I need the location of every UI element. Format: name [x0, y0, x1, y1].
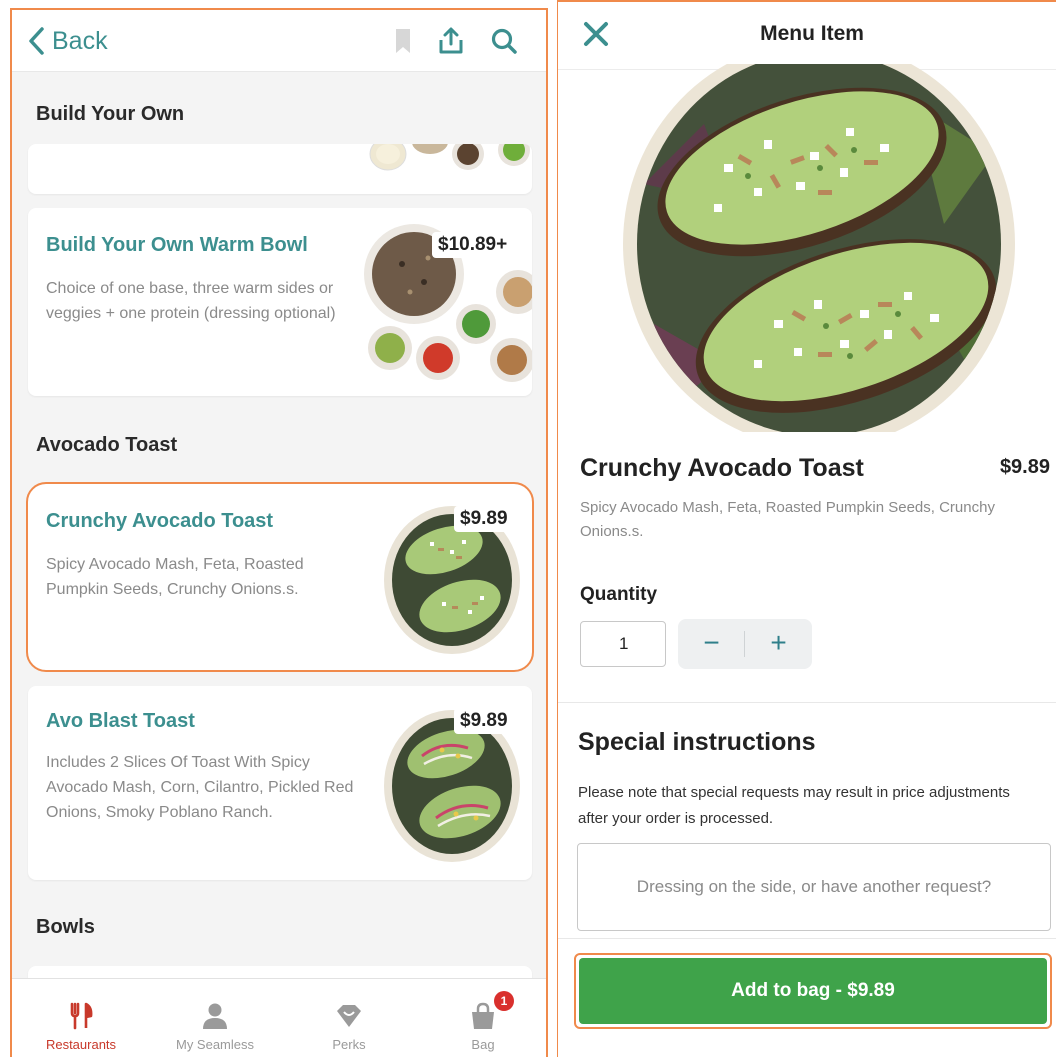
item-name: Crunchy Avocado Toast [580, 454, 864, 482]
bag-count-badge: 1 [494, 991, 514, 1011]
menu-item-card-partial[interactable] [28, 144, 532, 194]
page-title: Menu Item [760, 22, 864, 45]
menu-item-name: Build Your Own Warm Bowl [46, 234, 308, 256]
add-to-bag-button[interactable]: Add to bag - $9.89 [574, 953, 1052, 1029]
increment-button[interactable]: + [745, 619, 812, 669]
tab-restaurants[interactable]: Restaurants [18, 979, 144, 1057]
divider [558, 702, 1056, 703]
tab-label: My Seamless [175, 1037, 255, 1052]
top-bar: Menu Item [558, 2, 1056, 70]
back-button[interactable]: Back [26, 24, 108, 58]
fork-knife-icon [70, 1002, 93, 1030]
divider [558, 938, 1056, 939]
menu-item-description: Choice of one base, three warm sides or … [46, 280, 336, 322]
decrement-button[interactable]: − [678, 619, 745, 669]
tab-label: Bag [471, 1037, 495, 1052]
tab-label: Restaurants [45, 1037, 117, 1052]
tab-label: Perks [332, 1037, 366, 1052]
menu-item-card[interactable]: Avo Blast Toast Includes 2 Slices Of Toa… [28, 686, 532, 880]
bottom-tab-bar: Restaurants My Seamless Perks 1 Bag [12, 978, 546, 1057]
share-icon[interactable] [436, 26, 466, 56]
special-instructions-note: Please note that special requests may re… [578, 784, 1010, 827]
menu-item-detail-screen: Menu Item Crunchy Avocado Toast $9.89 Sp… [557, 0, 1056, 1057]
add-to-bag-label: Add to bag - $9.89 [579, 958, 1047, 1024]
menu-item-card[interactable]: Build Your Own Warm Bowl Choice of one b… [28, 208, 532, 396]
bag-icon [472, 1002, 494, 1029]
search-icon[interactable] [489, 26, 519, 56]
menu-item-price: $10.89+ [432, 232, 514, 258]
special-instructions-title: Special instructions [578, 728, 816, 756]
quantity-label: Quantity [580, 584, 658, 605]
quantity-stepper: − + [678, 619, 812, 669]
tab-perks[interactable]: Perks [286, 979, 412, 1057]
diamond-icon [337, 1005, 361, 1027]
item-hero-image [623, 64, 1015, 432]
menu-item-name: Avo Blast Toast [46, 710, 195, 732]
menu-item-price: $9.89 [454, 506, 514, 532]
bookmark-icon[interactable] [388, 26, 418, 56]
menu-item-description: Includes 2 Slices Of Toast With Spicy Av… [46, 754, 354, 821]
menu-item-price: $9.89 [454, 708, 514, 734]
tab-bag[interactable]: 1 Bag [420, 979, 546, 1057]
person-icon [203, 1003, 227, 1029]
section-title: Build Your Own [36, 103, 185, 125]
menu-item-description: Spicy Avocado Mash, Feta, Roasted Pumpki… [46, 556, 304, 598]
back-label: Back [52, 26, 108, 55]
restaurant-menu-screen: Back Build Your Own Build Your Own Warm … [10, 8, 548, 1057]
tab-my-seamless[interactable]: My Seamless [152, 979, 278, 1057]
item-description: Spicy Avocado Mash, Feta, Roasted Pumpki… [580, 499, 995, 540]
item-price: $9.89 [999, 456, 1050, 478]
ingredients-image [369, 144, 530, 171]
top-bar: Back [12, 10, 546, 72]
section-title: Bowls [36, 916, 95, 938]
special-instructions-input[interactable]: Dressing on the side, or have another re… [577, 843, 1051, 931]
section-title: Avocado Toast [36, 434, 178, 456]
menu-item-name: Crunchy Avocado Toast [46, 510, 274, 532]
quantity-input[interactable]: 1 [580, 621, 666, 667]
chevron-left-icon [29, 27, 44, 55]
menu-item-card-selected[interactable]: Crunchy Avocado Toast Spicy Avocado Mash… [26, 482, 534, 672]
